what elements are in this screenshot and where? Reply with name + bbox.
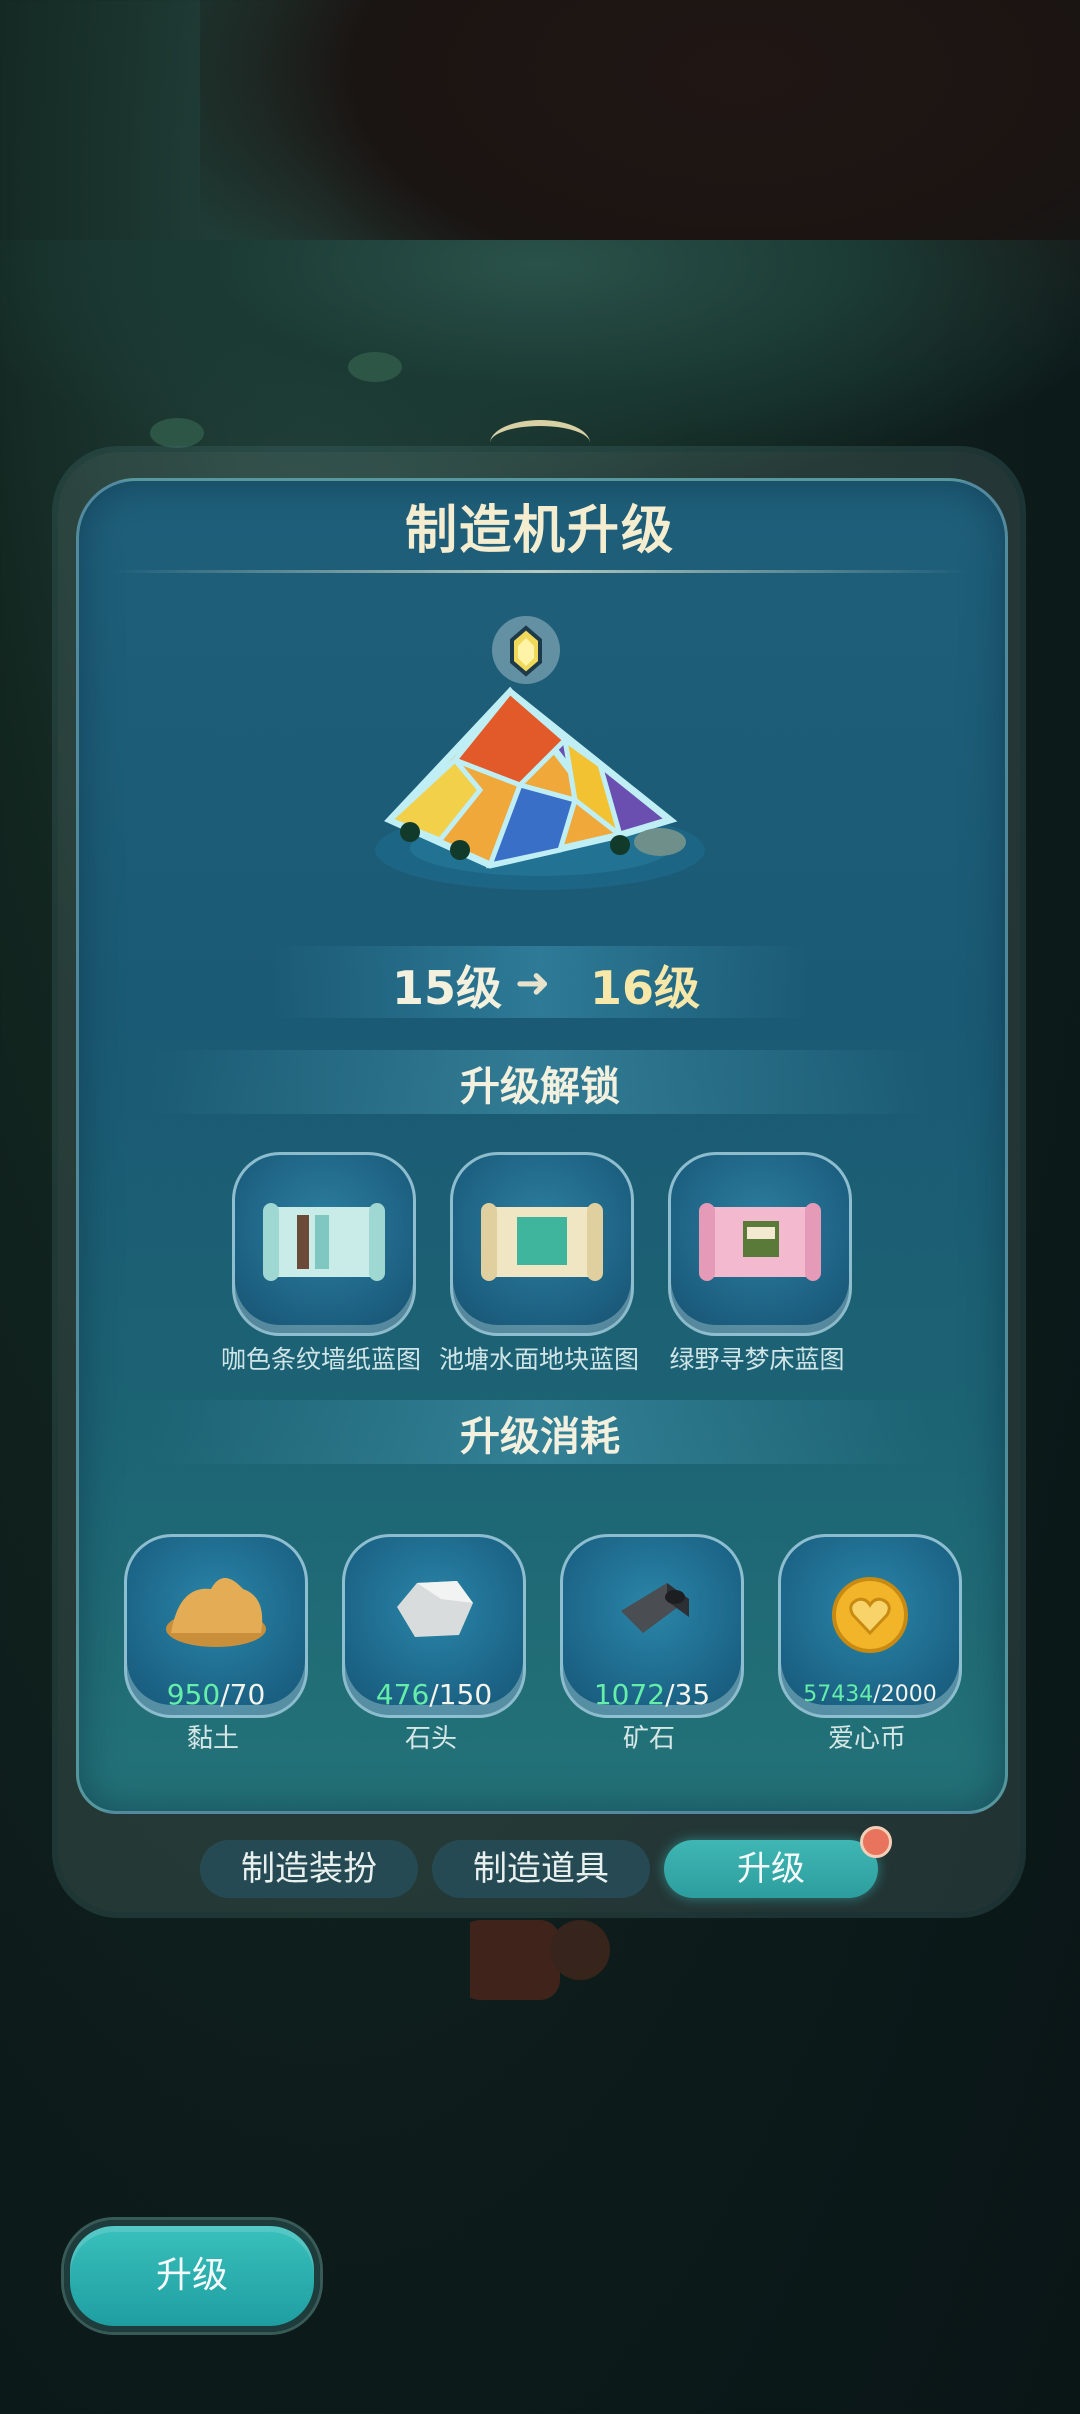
wallpaper-blueprint-icon [263,1203,385,1281]
stone-icon [397,1581,473,1637]
notification-badge [860,1826,892,1858]
tab-upgrade[interactable]: 升级 [664,1840,878,1898]
current-level: 15级 [392,961,503,1015]
cost-amount: 57434/2000 [803,1682,937,1707]
mushroom-house-decoration [470,1920,610,2000]
crafting-machine-illustration [375,616,705,890]
cost-item-label: 石头 [404,1724,457,1754]
cost-item-label: 黏土 [186,1724,239,1754]
lily-pad-decoration [150,418,204,448]
unlock-item-bed[interactable] [668,1152,852,1336]
ore-icon [621,1583,689,1633]
cost-amount: 476/150 [375,1678,493,1711]
cost-item-heart-coin[interactable]: 57434/2000 [778,1534,962,1718]
unlock-item-label: 绿野寻梦床蓝图 [669,1345,845,1374]
unlock-item-pond-tile[interactable] [450,1152,634,1336]
unlock-item-wallpaper[interactable] [232,1152,416,1336]
cost-item-label: 矿石 [622,1724,675,1754]
unlock-section-title: 升级解锁 [460,1064,620,1110]
cost-amount: 1072/35 [593,1678,711,1711]
cost-item-stone[interactable]: 476/150 [342,1534,526,1718]
arrow-right-icon: ➜ [515,958,551,1007]
upgrade-button[interactable]: 升级 [64,2220,320,2332]
pond-tile-blueprint-icon [481,1203,603,1281]
cost-section-title: 升级消耗 [460,1414,620,1460]
bed-blueprint-icon [699,1203,821,1281]
lily-pad-decoration [348,352,402,382]
cost-item-label: 爱心币 [827,1724,906,1754]
title-divider [112,570,968,573]
clay-icon [166,1578,266,1647]
cost-item-ore[interactable]: 1072/35 [560,1534,744,1718]
next-level: 16级 [590,961,701,1015]
panel-ornament [490,420,590,466]
cost-amount: 950/70 [166,1678,266,1711]
unlock-item-label: 池塘水面地块蓝图 [438,1345,639,1374]
heart-coin-icon [832,1577,908,1653]
dialog-title: 制造机升级 [404,501,675,561]
unlock-item-label: 咖色条纹墙纸蓝图 [220,1345,421,1374]
tab-craft-outfit[interactable]: 制造装扮 [200,1840,418,1898]
cost-item-clay[interactable]: 950/70 [124,1534,308,1718]
